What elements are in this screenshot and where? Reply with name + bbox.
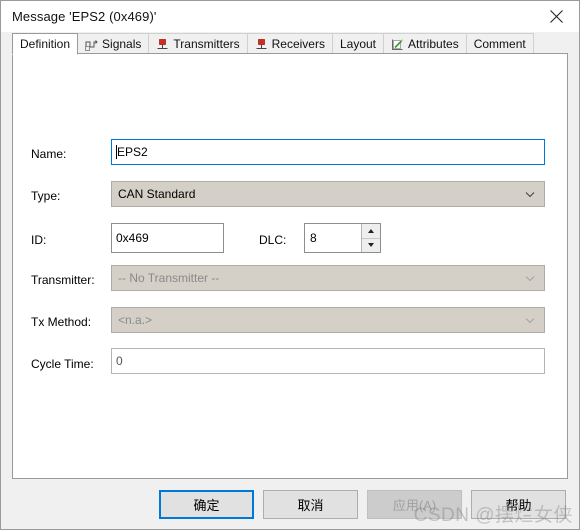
tab-layout[interactable]: Layout (331, 33, 385, 54)
tab-definition[interactable]: Definition (12, 33, 79, 55)
apply-button: 应用(A) (367, 489, 462, 519)
transmitter-label: Transmitter: (31, 273, 95, 287)
tab-receivers[interactable]: Receivers (246, 33, 333, 54)
type-combobox[interactable]: CAN Standard (111, 181, 545, 207)
tx-method-combobox: <n.a.> (111, 307, 545, 333)
cancel-button[interactable]: 取消 (263, 489, 358, 519)
id-label: ID: (31, 233, 47, 247)
close-icon[interactable] (533, 1, 579, 32)
dlc-spin-buttons (361, 224, 380, 252)
dlc-label: DLC: (259, 233, 287, 247)
cycle-time-label: Cycle Time: (31, 357, 94, 371)
message-definition-dialog: Message 'EPS2 (0x469)' Definition Signal… (0, 0, 580, 530)
transmitter-combobox-value: -- No Transmitter -- (118, 271, 220, 285)
title-bar: Message 'EPS2 (0x469)' (1, 1, 579, 32)
tab-label: Definition (20, 37, 71, 51)
window-title: Message 'EPS2 (0x469)' (12, 9, 157, 24)
tab-signals[interactable]: Signals (77, 33, 150, 54)
id-input[interactable]: 0x469 (111, 223, 224, 253)
definition-panel: Name: EPS2 Type: CAN Standard ID: 0x469 … (12, 53, 568, 479)
transmitter-combobox: -- No Transmitter -- (111, 265, 545, 291)
tab-attributes[interactable]: Attributes (383, 33, 467, 54)
cycle-time-input[interactable]: 0 (111, 348, 545, 374)
tab-transmitters[interactable]: Transmitters (148, 33, 248, 54)
spin-down-icon[interactable] (362, 238, 380, 252)
tab-comment[interactable]: Comment (465, 33, 534, 54)
name-input[interactable]: EPS2 (111, 139, 545, 165)
tx-method-combobox-value: <n.a.> (118, 313, 153, 327)
node-red-icon (255, 38, 268, 51)
chevron-down-icon (524, 188, 536, 200)
dlc-stepper[interactable]: 8 (304, 223, 381, 253)
type-combobox-value: CAN Standard (118, 187, 196, 201)
chevron-down-icon (524, 314, 536, 326)
cycle-time-value: 0 (116, 354, 123, 368)
tab-label: Attributes (408, 37, 459, 51)
waveform-icon (85, 38, 98, 51)
spin-up-icon[interactable] (362, 224, 380, 239)
tab-label: Comment (473, 37, 526, 51)
node-red-icon (156, 38, 169, 51)
name-input-value: EPS2 (117, 145, 148, 159)
tab-strip: Definition Signals Transmitters Receiver… (1, 32, 579, 55)
dialog-footer: 确定 取消 应用(A) 帮助 CSDN @摆烂女侠 (1, 479, 579, 529)
dlc-value: 8 (310, 231, 317, 245)
tab-label: Signals (102, 37, 142, 51)
tab-label: Transmitters (173, 37, 240, 51)
tx-method-label: Tx Method: (31, 315, 92, 329)
type-label: Type: (31, 189, 61, 203)
tab-label: Receivers (271, 37, 325, 51)
help-button[interactable]: 帮助 (471, 489, 566, 519)
name-label: Name: (31, 147, 67, 161)
ok-button[interactable]: 确定 (159, 489, 254, 519)
chevron-down-icon (524, 272, 536, 284)
pencil-green-icon (391, 38, 404, 51)
tab-label: Layout (339, 37, 377, 51)
id-input-value: 0x469 (116, 231, 149, 245)
